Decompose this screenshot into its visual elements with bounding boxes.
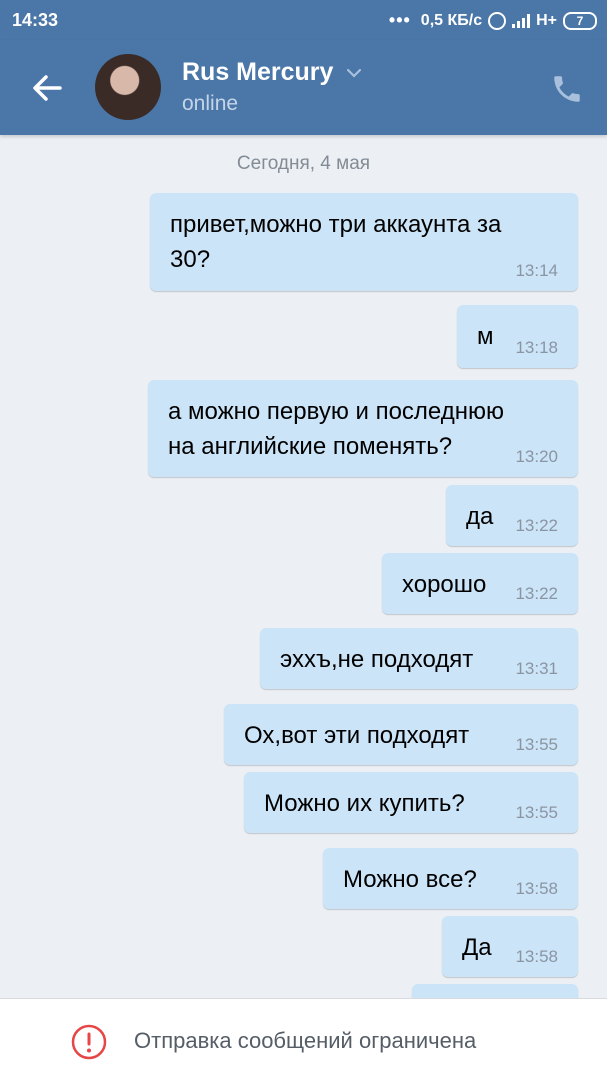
message-bubble[interactable]: Ох,вот эти подходят 13:55: [224, 704, 578, 765]
avatar[interactable]: [95, 54, 161, 120]
message-bubble[interactable]: хорошо 13:22: [382, 553, 578, 614]
more-notifications-icon: •••: [388, 10, 411, 30]
message-time: 13:58: [515, 879, 558, 898]
message-bubble[interactable]: эххъ,не подходят 13:31: [260, 628, 578, 689]
message-bubble[interactable]: Да 13:58: [442, 916, 578, 977]
chevron-down-icon[interactable]: [345, 67, 363, 79]
net-speed: 0,5 КБ/с: [420, 11, 483, 29]
message-time: 13:14: [515, 261, 558, 280]
chat-header: Rus Mercury online: [0, 40, 607, 135]
contact-name[interactable]: Rus Mercury: [182, 58, 333, 87]
message-bubble[interactable]: привет,можно три аккаунта за 30? 13:14: [150, 193, 578, 291]
message-time: 13:31: [515, 659, 558, 678]
status-icons: ••• 0,5 КБ/с H+ 7: [389, 10, 597, 31]
warning-icon: [71, 1024, 107, 1060]
message-text: Да: [462, 934, 492, 961]
status-bar: 14:33 ••• 0,5 КБ/с H+ 7: [0, 0, 607, 40]
message-text: хорошо: [402, 571, 487, 598]
alarm-icon: [488, 11, 507, 30]
message-time: 13:20: [515, 447, 558, 466]
message-text: привет,можно три аккаунта за 30?: [170, 211, 502, 273]
status-time: 14:33: [12, 10, 59, 30]
message-text: эххъ,не подходят: [280, 646, 474, 673]
message-text: да: [466, 503, 494, 530]
message-time: 13:18: [515, 338, 558, 357]
message-text: Можно все?: [343, 866, 477, 893]
battery-icon: 7: [563, 11, 597, 30]
message-bubble[interactable]: а можно первую и последнюю на английские…: [148, 380, 578, 477]
message-time: 13:22: [515, 584, 558, 603]
phone-icon[interactable]: [550, 72, 584, 106]
message-bubble[interactable]: Можно все? 13:58: [323, 848, 578, 909]
message-text: м: [477, 323, 494, 350]
battery-level: 7: [576, 13, 584, 28]
messaging-restricted-notice: Отправка сообщений ограничена: [134, 1028, 477, 1053]
date-separator: Сегодня, 4 мая: [236, 153, 371, 174]
message-time: 13:55: [515, 803, 558, 822]
contact-status: online: [182, 92, 239, 115]
message-text: Можно их купить?: [264, 790, 465, 817]
message-text: Ох,вот эти подходят: [244, 722, 470, 749]
message-time: 13:58: [515, 947, 558, 966]
bottom-bar: Отправка сообщений ограничена: [0, 998, 607, 1081]
network-type: H+: [536, 11, 557, 29]
message-time: 13:55: [515, 735, 558, 754]
back-arrow-icon[interactable]: [26, 68, 70, 108]
message-bubble[interactable]: м 13:18: [457, 305, 578, 368]
message-bubble[interactable]: Можно их купить? 13:55: [244, 772, 578, 833]
message-time: 13:22: [515, 516, 558, 535]
message-bubble[interactable]: да 13:22: [446, 485, 578, 546]
signal-icon: [512, 13, 531, 28]
message-text: а можно первую и последнюю на английские…: [168, 398, 504, 460]
